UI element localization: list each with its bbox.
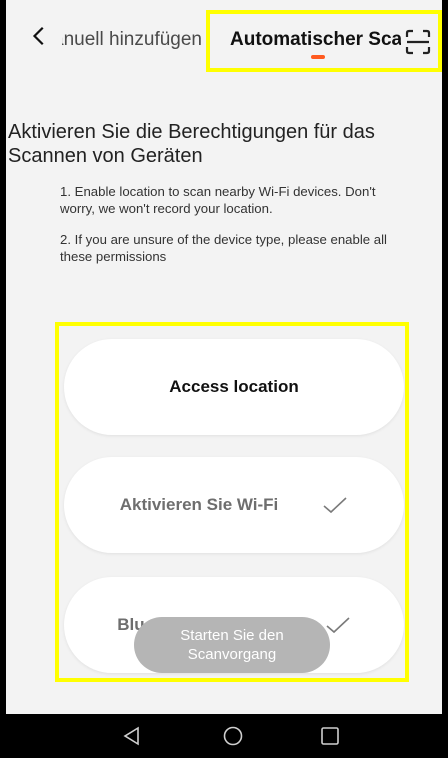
nav-recent-button[interactable] (318, 724, 342, 748)
system-nav-bar (0, 714, 448, 758)
page-title: Aktivieren Sie die Berechtigungen für da… (8, 121, 375, 167)
start-scan-button[interactable]: Starten Sie den Scanvorgang (134, 617, 330, 673)
square-recent-icon (321, 727, 339, 745)
hint-location: 1. Enable location to scan nearby Wi-Fi … (60, 184, 376, 216)
check-icon (325, 615, 351, 635)
nav-back-button[interactable] (120, 724, 144, 748)
hint-permissions: 2. If you are unsure of the device type,… (60, 232, 387, 264)
tab-manual-add-label: Manuell hinzufügen (62, 29, 202, 50)
scan-button[interactable] (404, 28, 432, 56)
enable-wifi-button[interactable]: Aktivieren Sie Wi-Fi (64, 457, 404, 553)
header: Manuell hinzufügen Automatischer Scan (0, 0, 448, 82)
check-icon (322, 495, 348, 515)
circle-home-icon (223, 726, 243, 746)
access-location-button[interactable]: Access location (64, 339, 404, 435)
active-tab-indicator (311, 55, 325, 59)
tab-auto-scan[interactable]: Automatischer Scan (230, 29, 401, 53)
back-button[interactable] (26, 22, 54, 50)
nav-home-button[interactable] (221, 724, 245, 748)
chevron-left-icon (32, 26, 44, 46)
triangle-back-icon (123, 726, 139, 746)
access-location-label: Access location (169, 377, 299, 396)
enable-wifi-label: Aktivieren Sie Wi-Fi (119, 495, 279, 514)
scan-frame-icon (405, 29, 431, 55)
start-scan-label: Starten Sie den Scanvorgang (180, 627, 284, 663)
tab-manual-add[interactable]: Manuell hinzufügen (62, 29, 202, 53)
